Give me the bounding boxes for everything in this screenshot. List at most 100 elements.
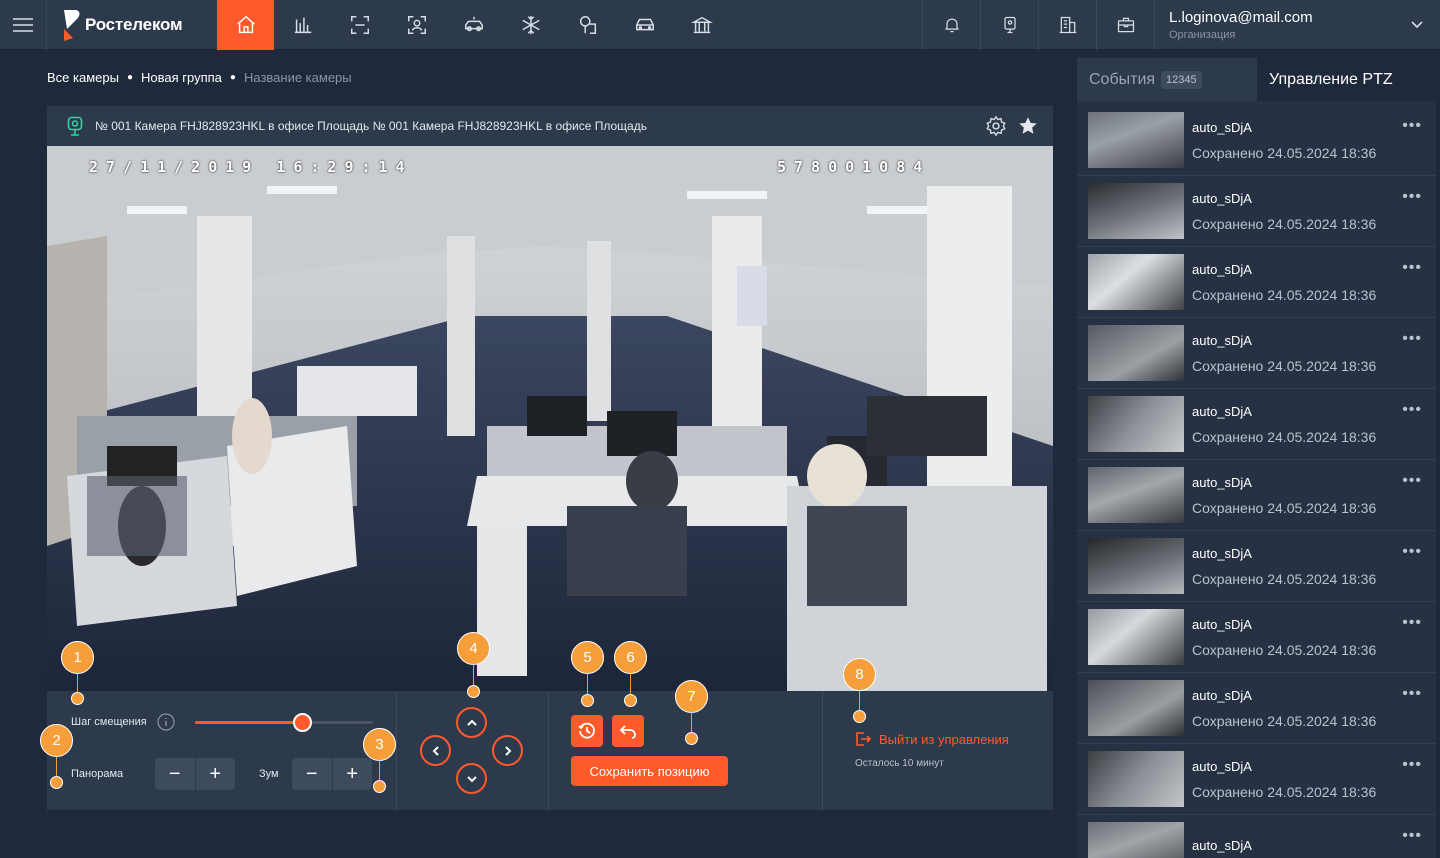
nav-buildings[interactable] (673, 0, 730, 50)
user-menu[interactable]: L.loginova@mail.com Организация (1154, 0, 1440, 50)
nav-climate[interactable] (502, 0, 559, 50)
brand-logo[interactable]: Ростелеком (47, 0, 217, 50)
exit-control-link[interactable]: Выйти из управления (855, 731, 1009, 747)
zoom-label: Зум (259, 768, 279, 780)
nav-map[interactable] (559, 0, 616, 50)
more-options-icon[interactable]: ••• (1402, 472, 1422, 490)
nav-scan[interactable] (331, 0, 388, 50)
rostelecom-logo-icon (64, 10, 80, 41)
nav-analytics[interactable] (274, 0, 331, 50)
preset-item[interactable]: auto_sDjA ••• (1077, 815, 1436, 858)
camera-header: № 001 Камера FHJ828923HKL в офисе Площад… (47, 106, 1053, 146)
panorama-minus-button[interactable]: − (155, 758, 195, 790)
breadcrumb-separator: ● (229, 72, 236, 83)
marker-5: 5 (571, 641, 604, 674)
preset-name: auto_sDjA (1192, 616, 1252, 632)
objects-button[interactable] (1038, 0, 1096, 50)
preset-name: auto_sDjA (1192, 545, 1252, 561)
breadcrumb-camera: Название камеры (243, 70, 352, 85)
ptz-sidebar: События 12345 Управление PTZ auto_sDjA Со… (1077, 58, 1436, 858)
tab-events[interactable]: События 12345 (1077, 58, 1257, 101)
more-options-icon[interactable]: ••• (1402, 543, 1422, 561)
more-options-icon[interactable]: ••• (1402, 685, 1422, 703)
scan-frame-icon (350, 16, 369, 34)
bell-icon (944, 18, 959, 33)
preset-saved-date: Сохранено 24.05.2024 18:36 (1192, 357, 1377, 374)
star-icon[interactable] (1017, 115, 1039, 137)
pan-up-button[interactable] (456, 707, 487, 738)
brand-name: Ростелеком (85, 15, 183, 34)
face-scan-icon (407, 16, 426, 34)
info-icon[interactable] (157, 713, 175, 731)
car-icon (635, 18, 654, 31)
top-bar: Ростелеком L.loginova@mail.com Организац… (0, 0, 1440, 50)
preset-item[interactable]: auto_sDjA Сохранено 24.05.2024 18:36 ••• (1077, 105, 1436, 176)
gear-icon[interactable] (985, 115, 1007, 137)
more-options-icon[interactable]: ••• (1402, 330, 1422, 348)
exit-icon (856, 732, 871, 746)
more-options-icon[interactable]: ••• (1402, 259, 1422, 277)
main-nav (217, 0, 730, 50)
zoom-plus-button[interactable]: + (332, 758, 372, 790)
preset-name: auto_sDjA (1192, 332, 1252, 348)
preset-name: auto_sDjA (1192, 190, 1252, 206)
tab-ptz-control[interactable]: Управление PTZ (1257, 58, 1436, 101)
zoom-stepper: − + (292, 758, 372, 790)
more-options-icon[interactable]: ••• (1402, 827, 1422, 845)
pan-right-button[interactable] (492, 735, 523, 766)
more-options-icon[interactable]: ••• (1402, 401, 1422, 419)
pan-left-button[interactable] (420, 735, 451, 766)
preset-name: auto_sDjA (1192, 758, 1252, 774)
preset-saved-date: Сохранено 24.05.2024 18:36 (1192, 712, 1377, 729)
preset-item[interactable]: auto_sDjA Сохранено 24.05.2024 18:36 ••• (1077, 247, 1436, 318)
preset-name: auto_sDjA (1192, 474, 1252, 490)
history-button[interactable] (571, 715, 603, 747)
notifications-button[interactable] (922, 0, 980, 50)
preset-item[interactable]: auto_sDjA Сохранено 24.05.2024 18:36 ••• (1077, 318, 1436, 389)
menu-icon[interactable] (0, 0, 47, 50)
preset-item[interactable]: auto_sDjA Сохранено 24.05.2024 18:36 ••• (1077, 744, 1436, 815)
preset-saved-date: Сохранено 24.05.2024 18:36 (1192, 144, 1377, 161)
cases-button[interactable] (1096, 0, 1154, 50)
breadcrumb-all-cameras[interactable]: Все камеры (47, 70, 119, 85)
more-options-icon[interactable]: ••• (1402, 117, 1422, 135)
step-slider[interactable] (195, 713, 373, 732)
more-options-icon[interactable]: ••• (1402, 614, 1422, 632)
location-button[interactable] (980, 0, 1038, 50)
more-options-icon[interactable]: ••• (1402, 756, 1422, 774)
preset-name: auto_sDjA (1192, 403, 1252, 419)
nav-cars[interactable] (616, 0, 673, 50)
panorama-plus-button[interactable]: + (195, 758, 235, 790)
nav-vehicle-scan[interactable] (445, 0, 502, 50)
chevron-down-icon (1411, 21, 1423, 29)
preset-saved-date: Сохранено 24.05.2024 18:36 (1192, 783, 1377, 800)
pan-down-button[interactable] (456, 763, 487, 794)
preset-item[interactable]: auto_sDjA Сохранено 24.05.2024 18:36 ••• (1077, 460, 1436, 531)
marker-2: 2 (40, 724, 73, 757)
preset-saved-date: Сохранено 24.05.2024 18:36 (1192, 286, 1377, 303)
preset-thumbnail (1088, 751, 1184, 807)
nav-home[interactable] (217, 0, 274, 50)
nav-face[interactable] (388, 0, 445, 50)
preset-item[interactable]: auto_sDjA Сохранено 24.05.2024 18:36 ••• (1077, 389, 1436, 460)
bar-chart-icon (294, 17, 311, 34)
preset-item[interactable]: auto_sDjA Сохранено 24.05.2024 18:36 ••• (1077, 176, 1436, 247)
undo-icon (619, 725, 636, 739)
ptz-control-bar: Шаг смещения Панорама − + Зум − + Сохран… (47, 691, 1053, 810)
marker-3: 3 (363, 728, 396, 761)
preset-thumbnail (1088, 112, 1184, 168)
more-options-icon[interactable]: ••• (1402, 188, 1422, 206)
step-slider-handle[interactable] (292, 713, 312, 732)
breadcrumb-group[interactable]: Новая группа (141, 70, 222, 85)
tab-events-label: События (1089, 70, 1156, 88)
zoom-minus-button[interactable]: − (292, 758, 332, 790)
osd-datetime: 27/11/2019 16:29:14 (89, 158, 413, 176)
marker-8: 8 (843, 658, 876, 691)
preset-item[interactable]: auto_sDjA Сохранено 24.05.2024 18:36 ••• (1077, 602, 1436, 673)
preset-saved-date: Сохранено 24.05.2024 18:36 (1192, 641, 1377, 658)
preset-item[interactable]: auto_sDjA Сохранено 24.05.2024 18:36 ••• (1077, 673, 1436, 744)
preset-item[interactable]: auto_sDjA Сохранено 24.05.2024 18:36 ••• (1077, 531, 1436, 602)
return-button[interactable] (612, 715, 644, 747)
save-position-button[interactable]: Сохранить позицию (571, 756, 728, 786)
video-feed[interactable]: 27/11/2019 16:29:14 578001084 (47, 146, 1053, 691)
